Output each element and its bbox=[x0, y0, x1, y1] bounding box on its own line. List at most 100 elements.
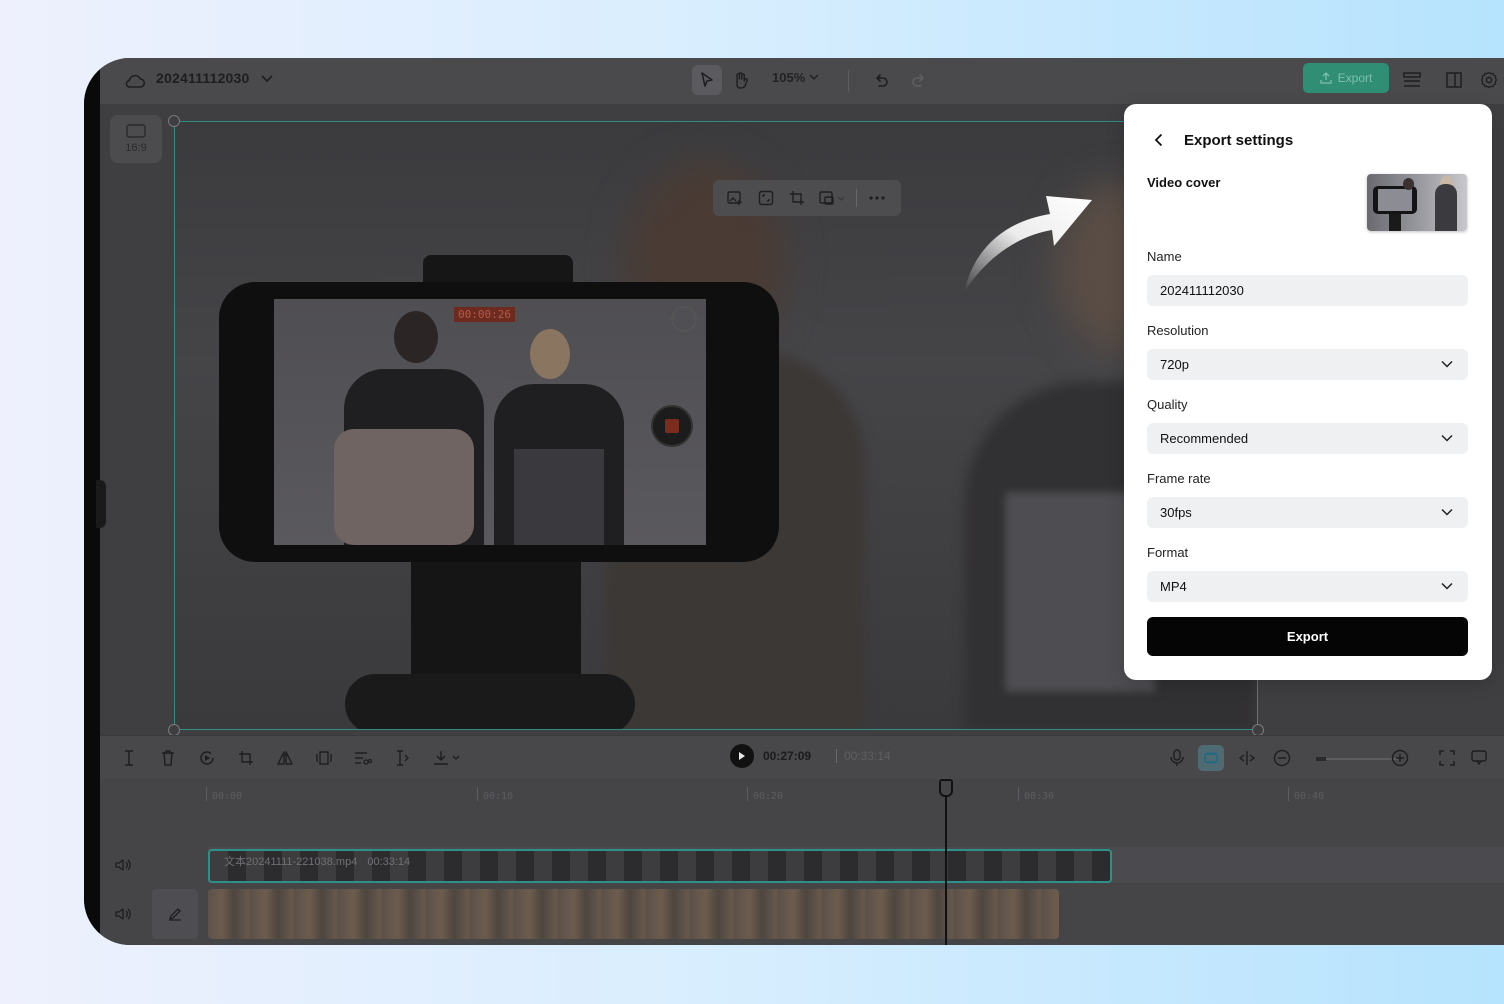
split-icon[interactable] bbox=[116, 745, 142, 771]
chevron-down-icon bbox=[1441, 434, 1453, 442]
playhead[interactable] bbox=[945, 779, 947, 945]
ruler-tick bbox=[1018, 787, 1019, 801]
phone-board bbox=[514, 449, 604, 545]
curved-arrow-icon bbox=[964, 196, 1092, 292]
speed-icon[interactable] bbox=[194, 745, 220, 771]
panel-header: Export settings bbox=[1146, 128, 1293, 152]
thumb-person bbox=[1435, 184, 1457, 231]
phone-person-head bbox=[394, 311, 438, 363]
pencil-icon bbox=[168, 908, 181, 921]
phone-cloth bbox=[334, 429, 474, 545]
tripod-ring bbox=[345, 674, 635, 729]
playhead-handle[interactable] bbox=[939, 779, 953, 797]
mask-dropdown-icon[interactable] bbox=[812, 183, 852, 213]
video-cover-label: Video cover bbox=[1147, 175, 1221, 190]
ruler-label: 00:20 bbox=[753, 791, 784, 802]
framerate-label: Frame rate bbox=[1147, 471, 1211, 486]
video-track: 文本20241111-221038.mp4 00:33:14 bbox=[100, 847, 1504, 883]
panel-layout-icon[interactable] bbox=[1440, 66, 1468, 94]
chevron-down-icon bbox=[1441, 508, 1453, 516]
top-export-label: Export bbox=[1337, 71, 1373, 85]
ruler-tick bbox=[747, 787, 748, 801]
redo-button[interactable] bbox=[904, 65, 934, 95]
zoom-in-icon[interactable] bbox=[1387, 745, 1413, 771]
magnet-snap-icon[interactable] bbox=[1198, 745, 1224, 771]
phone-person-head bbox=[530, 329, 570, 379]
resolution-select[interactable]: 720p bbox=[1147, 349, 1468, 380]
export-button[interactable]: Export bbox=[1147, 617, 1468, 656]
chevron-down-icon[interactable] bbox=[256, 68, 278, 90]
phone-shutter-icon bbox=[671, 306, 697, 332]
fullscreen-icon[interactable] bbox=[1434, 745, 1460, 771]
layers-icon[interactable] bbox=[1398, 66, 1426, 94]
toolbar-divider bbox=[848, 70, 849, 92]
select-tool-button[interactable] bbox=[692, 65, 722, 95]
chevron-left-icon bbox=[1154, 133, 1162, 147]
quality-select[interactable]: Recommended bbox=[1147, 423, 1468, 454]
settings-gear-icon[interactable] bbox=[1475, 66, 1503, 94]
chevron-down-icon bbox=[1441, 582, 1453, 590]
panel-title: Export settings bbox=[1184, 131, 1294, 149]
delete-icon[interactable] bbox=[155, 745, 181, 771]
chevron-down-icon bbox=[1441, 360, 1453, 368]
thumb-phone bbox=[1373, 186, 1417, 214]
zoom-dropdown[interactable]: 105% bbox=[772, 70, 819, 85]
download-dropdown-icon[interactable] bbox=[428, 745, 468, 771]
ruler-tick bbox=[206, 787, 207, 801]
split-screen-icon[interactable] bbox=[1234, 745, 1260, 771]
cloud-sync-icon[interactable] bbox=[122, 68, 148, 94]
freeze-frame-icon[interactable] bbox=[311, 745, 337, 771]
trim-icon[interactable] bbox=[389, 745, 415, 771]
undo-button[interactable] bbox=[866, 65, 896, 95]
resolution-value: 720p bbox=[1160, 357, 1189, 372]
video-track-2 bbox=[100, 889, 1504, 939]
phone-screen: 00:00:26 bbox=[274, 299, 706, 545]
flip-icon[interactable] bbox=[272, 745, 298, 771]
zoom-out-icon[interactable] bbox=[1269, 745, 1295, 771]
clip-filename: 文本20241111-221038.mp4 bbox=[224, 856, 358, 868]
thumb-stand bbox=[1389, 214, 1401, 231]
current-time: 00:27:09 bbox=[763, 749, 812, 763]
fit-frame-icon[interactable] bbox=[750, 183, 781, 213]
back-button[interactable] bbox=[1146, 128, 1170, 152]
canvas-resize-handle[interactable] bbox=[168, 115, 180, 127]
name-value: 202411112030 bbox=[1160, 283, 1244, 298]
time-divider bbox=[836, 749, 837, 763]
canvas-floating-toolbar bbox=[713, 180, 901, 216]
quality-label: Quality bbox=[1147, 397, 1188, 412]
timeline[interactable]: 00:00 00:10 00:20 00:30 00:40 文本20241111… bbox=[100, 779, 1504, 945]
video-cover-thumbnail[interactable] bbox=[1367, 174, 1467, 231]
phone-record-icon bbox=[651, 405, 693, 447]
comment-icon[interactable] bbox=[1466, 745, 1492, 771]
project-title[interactable]: 202411112030 bbox=[156, 70, 250, 86]
replace-image-icon[interactable] bbox=[719, 183, 750, 213]
hand-tool-button[interactable] bbox=[726, 65, 756, 95]
framerate-value: 30fps bbox=[1160, 505, 1192, 520]
aspect-ratio-button[interactable]: 16:9 bbox=[110, 115, 162, 163]
phone-record-time: 00:00:26 bbox=[454, 307, 515, 322]
framerate-select[interactable]: 30fps bbox=[1147, 497, 1468, 528]
toolbar-divider bbox=[856, 189, 857, 207]
microphone-icon[interactable] bbox=[1164, 745, 1190, 771]
crop-icon[interactable] bbox=[233, 745, 259, 771]
video-clip[interactable] bbox=[208, 889, 1059, 939]
crop-icon[interactable] bbox=[781, 183, 812, 213]
edit-track-button[interactable] bbox=[152, 889, 198, 939]
side-panel-toggle[interactable] bbox=[96, 480, 106, 528]
zoom-slider-track[interactable] bbox=[1318, 758, 1398, 760]
play-button[interactable] bbox=[730, 744, 754, 768]
zoom-slider-handle[interactable] bbox=[1316, 757, 1326, 761]
more-options-icon[interactable] bbox=[861, 183, 892, 213]
audio-effects-icon[interactable] bbox=[350, 745, 376, 771]
video-clip[interactable]: 文本20241111-221038.mp4 00:33:14 bbox=[208, 849, 1112, 883]
top-export-button[interactable]: Export bbox=[1303, 63, 1389, 93]
volume-icon[interactable] bbox=[112, 903, 134, 925]
format-select[interactable]: MP4 bbox=[1147, 571, 1468, 602]
export-icon bbox=[1320, 72, 1332, 84]
name-input[interactable]: 202411112030 bbox=[1147, 275, 1468, 306]
ruler-label: 00:10 bbox=[483, 791, 514, 802]
clip-duration: 00:33:14 bbox=[367, 856, 411, 868]
volume-icon[interactable] bbox=[112, 854, 134, 876]
phone-on-tripod: 00:00:26 bbox=[219, 282, 779, 562]
aspect-ratio-icon bbox=[126, 124, 146, 138]
